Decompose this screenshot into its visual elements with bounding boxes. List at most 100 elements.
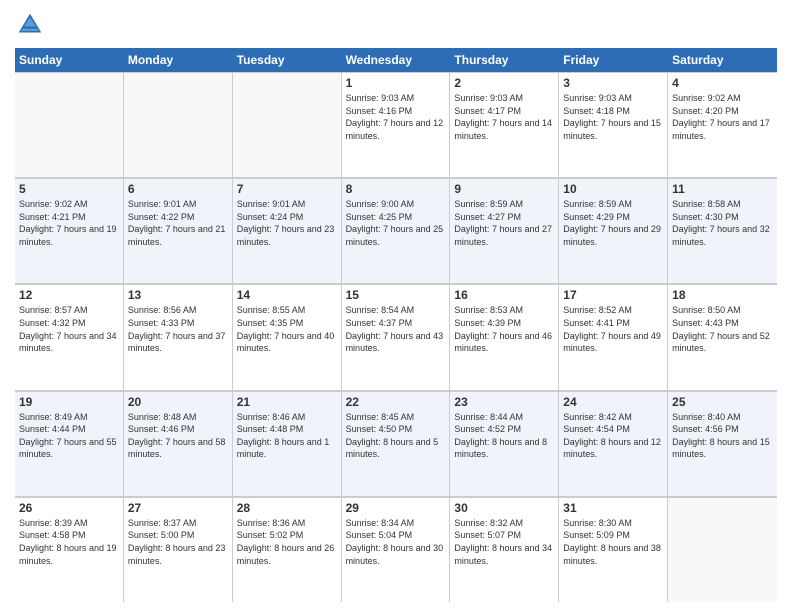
day-number: 18 [672, 288, 773, 302]
day-number: 29 [346, 501, 446, 515]
day-number: 14 [237, 288, 337, 302]
header-day-monday: Monday [124, 48, 233, 72]
cell-info: Sunrise: 8:50 AM Sunset: 4:43 PM Dayligh… [672, 304, 773, 354]
header-day-tuesday: Tuesday [233, 48, 342, 72]
cell-info: Sunrise: 9:00 AM Sunset: 4:25 PM Dayligh… [346, 198, 446, 248]
empty-cell [233, 73, 342, 177]
day-cell-12: 12 Sunrise: 8:57 AM Sunset: 4:32 PM Dayli… [15, 285, 124, 389]
day-cell-13: 13Sunrise: 8:56 AM Sunset: 4:33 PM Dayli… [124, 285, 233, 389]
day-cell-6: 6 Sunrise: 9:01 AM Sunset: 4:22 PM Daylig… [124, 179, 233, 283]
day-cell-16: 16 Sunrise: 8:53 AM Sunset: 4:39 PM Dayli… [450, 285, 559, 389]
calendar-row-3: 12 Sunrise: 8:57 AM Sunset: 4:32 PM Dayli… [15, 284, 777, 390]
cell-info: Sunrise: 9:01 AM Sunset: 4:22 PM Dayligh… [128, 198, 228, 248]
cell-info: Sunrise: 9:02 AM Sunset: 4:21 PM Dayligh… [19, 198, 119, 248]
day-cell-18: 18 Sunrise: 8:50 AM Sunset: 4:43 PM Dayli… [668, 285, 777, 389]
day-number: 26 [19, 501, 119, 515]
day-cell-28: 28 Sunrise: 8:36 AM Sunset: 5:02 PM Dayli… [233, 498, 342, 602]
cell-info: Sunrise: 8:59 AM Sunset: 4:27 PM Dayligh… [454, 198, 554, 248]
day-number: 16 [454, 288, 554, 302]
header-day-sunday: Sunday [15, 48, 124, 72]
cell-info: Sunrise: 9:01 AM Sunset: 4:24 PM Dayligh… [237, 198, 337, 248]
header-day-wednesday: Wednesday [342, 48, 451, 72]
cell-info: Sunrise: 8:45 AM Sunset: 4:50 PM Dayligh… [346, 411, 446, 461]
cell-info: Sunrise: 8:54 AM Sunset: 4:37 PM Dayligh… [346, 304, 446, 354]
day-cell-19: 19Sunrise: 8:49 AM Sunset: 4:44 PM Dayli… [15, 392, 124, 496]
day-cell-3: 3 Sunrise: 9:03 AM Sunset: 4:18 PM Daylig… [559, 73, 668, 177]
day-number: 21 [237, 395, 337, 409]
day-number: 10 [563, 182, 663, 196]
day-cell-14: 14 Sunrise: 8:55 AM Sunset: 4:35 PM Dayli… [233, 285, 342, 389]
day-cell-17: 17 Sunrise: 8:52 AM Sunset: 4:41 PM Dayli… [559, 285, 668, 389]
cell-info: Sunrise: 8:40 AM Sunset: 4:56 PM Dayligh… [672, 411, 773, 461]
calendar: SundayMondayTuesdayWednesdayThursdayFrid… [15, 48, 777, 602]
day-cell-23: 23 Sunrise: 8:44 AM Sunset: 4:52 PM Dayli… [450, 392, 559, 496]
empty-cell [15, 73, 124, 177]
day-number: 17 [563, 288, 663, 302]
day-number: 25 [672, 395, 773, 409]
cell-info: Sunrise: 9:03 AM Sunset: 4:16 PM Dayligh… [346, 92, 446, 142]
cell-info: Sunrise: 8:55 AM Sunset: 4:35 PM Dayligh… [237, 304, 337, 354]
cell-info: Sunrise: 8:52 AM Sunset: 4:41 PM Dayligh… [563, 304, 663, 354]
header-day-friday: Friday [559, 48, 668, 72]
day-number: 3 [563, 76, 663, 90]
cell-info: Sunrise: 8:42 AM Sunset: 4:54 PM Dayligh… [563, 411, 663, 461]
day-cell-21: 21 Sunrise: 8:46 AM Sunset: 4:48 PM Dayli… [233, 392, 342, 496]
day-cell-27: 27 Sunrise: 8:37 AM Sunset: 5:00 PM Dayli… [124, 498, 233, 602]
day-cell-26: 26Sunrise: 8:39 AM Sunset: 4:58 PM Dayli… [15, 498, 124, 602]
cell-info: Sunrise: 8:34 AM Sunset: 5:04 PM Dayligh… [346, 517, 446, 567]
day-cell-1: 1 Sunrise: 9:03 AM Sunset: 4:16 PM Daylig… [342, 73, 451, 177]
day-number: 5 [19, 182, 119, 196]
day-number: 15 [346, 288, 446, 302]
day-cell-5: 5 Sunrise: 9:02 AM Sunset: 4:21 PM Daylig… [15, 179, 124, 283]
cell-info: Sunrise: 8:46 AM Sunset: 4:48 PM Dayligh… [237, 411, 337, 461]
day-cell-25: 25 Sunrise: 8:40 AM Sunset: 4:56 PM Dayli… [668, 392, 777, 496]
day-number: 31 [563, 501, 663, 515]
cell-info: Sunrise: 9:03 AM Sunset: 4:17 PM Dayligh… [454, 92, 554, 142]
day-cell-7: 7 Sunrise: 9:01 AM Sunset: 4:24 PM Daylig… [233, 179, 342, 283]
cell-info: Sunrise: 8:58 AM Sunset: 4:30 PM Dayligh… [672, 198, 773, 248]
day-number: 27 [128, 501, 228, 515]
cell-info: Sunrise: 8:48 AM Sunset: 4:46 PM Dayligh… [128, 411, 228, 461]
day-number: 22 [346, 395, 446, 409]
day-cell-30: 30 Sunrise: 8:32 AM Sunset: 5:07 PM Dayli… [450, 498, 559, 602]
day-number: 7 [237, 182, 337, 196]
cell-info: Sunrise: 8:36 AM Sunset: 5:02 PM Dayligh… [237, 517, 337, 567]
header-day-thursday: Thursday [450, 48, 559, 72]
day-number: 30 [454, 501, 554, 515]
cell-info: Sunrise: 8:30 AM Sunset: 5:09 PM Dayligh… [563, 517, 663, 567]
cell-info: Sunrise: 8:32 AM Sunset: 5:07 PM Dayligh… [454, 517, 554, 567]
header-day-saturday: Saturday [668, 48, 777, 72]
day-cell-11: 11 Sunrise: 8:58 AM Sunset: 4:30 PM Dayli… [668, 179, 777, 283]
day-number: 23 [454, 395, 554, 409]
logo [15, 10, 49, 40]
cell-info: Sunrise: 8:57 AM Sunset: 4:32 PM Dayligh… [19, 304, 119, 354]
day-number: 28 [237, 501, 337, 515]
day-cell-29: 29 Sunrise: 8:34 AM Sunset: 5:04 PM Dayli… [342, 498, 451, 602]
calendar-body: 1 Sunrise: 9:03 AM Sunset: 4:16 PM Daylig… [15, 72, 777, 602]
cell-info: Sunrise: 8:53 AM Sunset: 4:39 PM Dayligh… [454, 304, 554, 354]
calendar-row-5: 26Sunrise: 8:39 AM Sunset: 4:58 PM Dayli… [15, 497, 777, 602]
page: SundayMondayTuesdayWednesdayThursdayFrid… [0, 0, 792, 612]
day-cell-8: 8 Sunrise: 9:00 AM Sunset: 4:25 PM Daylig… [342, 179, 451, 283]
day-number: 12 [19, 288, 119, 302]
cell-info: Sunrise: 9:03 AM Sunset: 4:18 PM Dayligh… [563, 92, 663, 142]
day-number: 6 [128, 182, 228, 196]
calendar-header: SundayMondayTuesdayWednesdayThursdayFrid… [15, 48, 777, 72]
cell-info: Sunrise: 8:37 AM Sunset: 5:00 PM Dayligh… [128, 517, 228, 567]
day-number: 9 [454, 182, 554, 196]
day-cell-20: 20Sunrise: 8:48 AM Sunset: 4:46 PM Dayli… [124, 392, 233, 496]
day-number: 19 [19, 395, 119, 409]
day-number: 1 [346, 76, 446, 90]
calendar-row-1: 1 Sunrise: 9:03 AM Sunset: 4:16 PM Daylig… [15, 72, 777, 178]
day-number: 11 [672, 182, 773, 196]
logo-icon [15, 10, 45, 40]
day-cell-31: 31 Sunrise: 8:30 AM Sunset: 5:09 PM Dayli… [559, 498, 668, 602]
day-number: 8 [346, 182, 446, 196]
day-number: 24 [563, 395, 663, 409]
empty-cell [668, 498, 777, 602]
cell-info: Sunrise: 8:44 AM Sunset: 4:52 PM Dayligh… [454, 411, 554, 461]
cell-info: Sunrise: 9:02 AM Sunset: 4:20 PM Dayligh… [672, 92, 773, 142]
day-cell-15: 15 Sunrise: 8:54 AM Sunset: 4:37 PM Dayli… [342, 285, 451, 389]
day-cell-4: 4Sunrise: 9:02 AM Sunset: 4:20 PM Daylig… [668, 73, 777, 177]
calendar-row-2: 5 Sunrise: 9:02 AM Sunset: 4:21 PM Daylig… [15, 178, 777, 284]
